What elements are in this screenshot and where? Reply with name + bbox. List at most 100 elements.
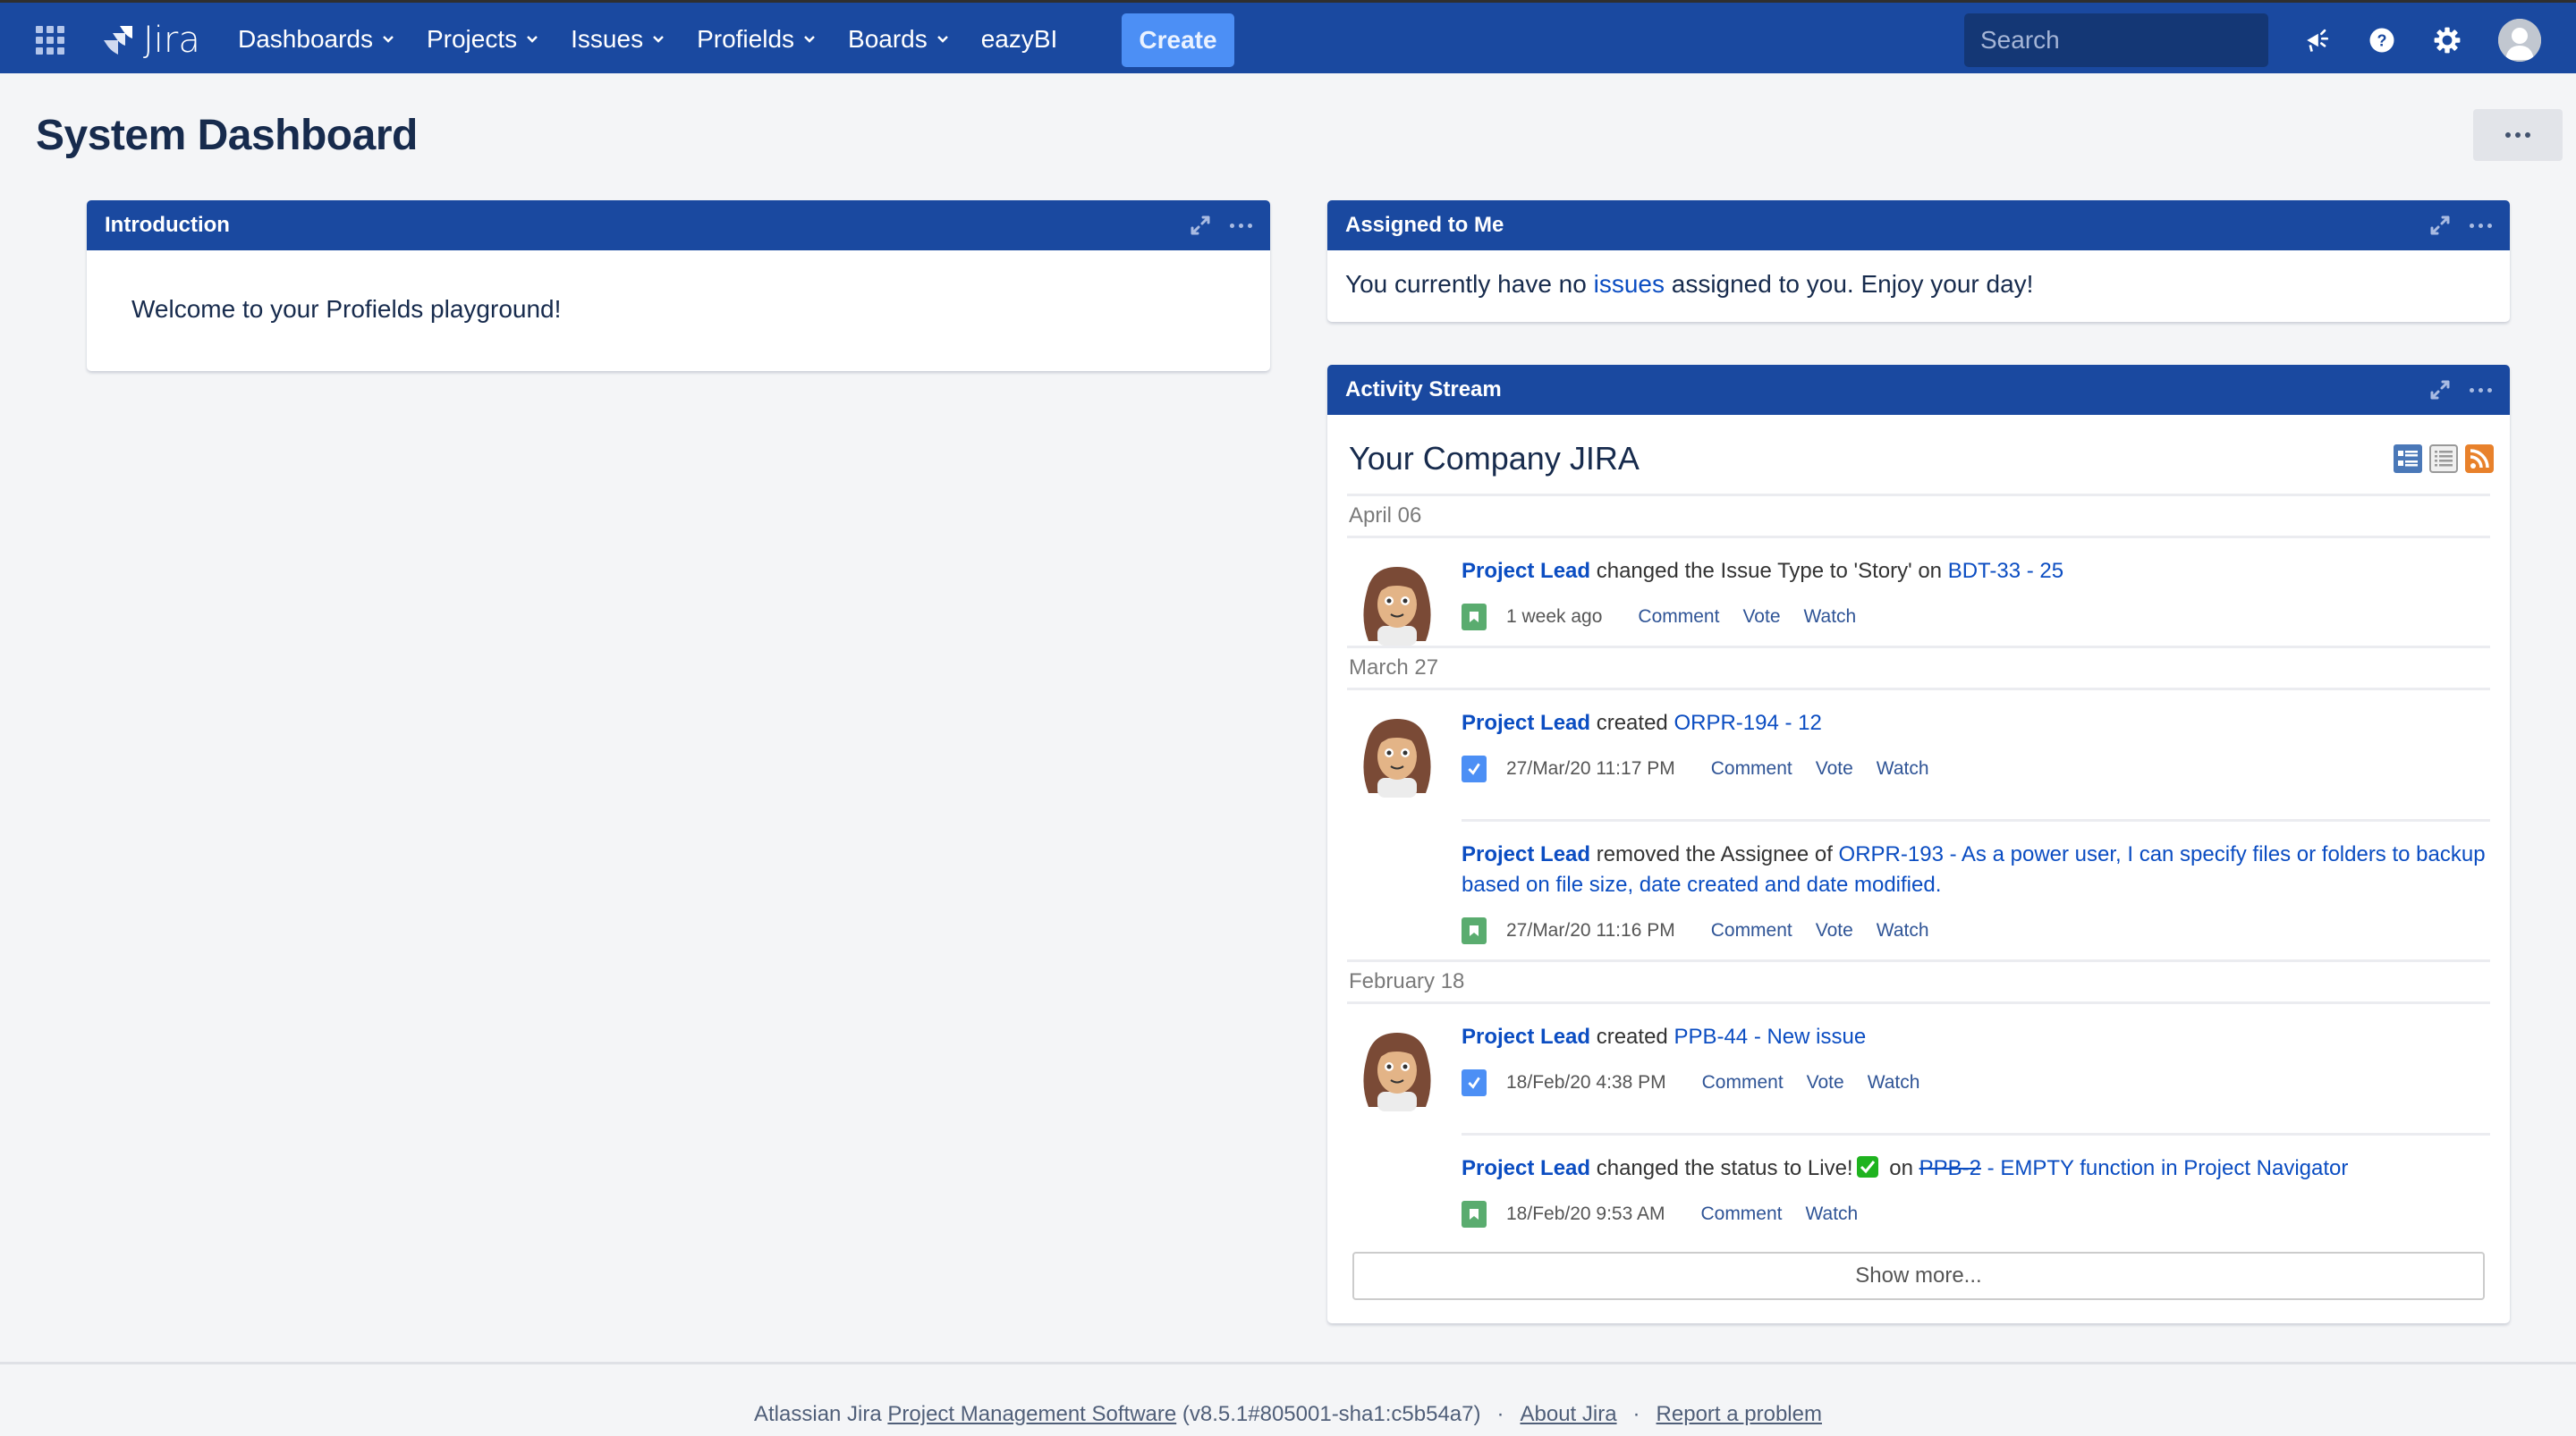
activity-meta: 27/Mar/20 11:17 PM Comment Vote Watch [1462, 755, 2490, 783]
nav-label: Dashboards [238, 25, 373, 53]
about-jira-link[interactable]: About Jira [1520, 1402, 1616, 1426]
watch-action[interactable]: Watch [1868, 1072, 1920, 1094]
comment-action[interactable]: Comment [1638, 606, 1719, 628]
issues-link[interactable]: issues [1594, 270, 1665, 298]
watch-action[interactable]: Watch [1877, 920, 1929, 942]
action-text: created [1590, 1025, 1674, 1049]
activity-entry: Project Lead changed the status to Live!… [1347, 1133, 2490, 1239]
vote-action[interactable]: Vote [1816, 758, 1853, 780]
nav-boards[interactable]: Boards [848, 25, 949, 54]
list-view-icon[interactable] [2429, 444, 2458, 473]
issue-link[interactable]: ORPR-194 - 12 [1674, 711, 1821, 735]
nav-profields[interactable]: Profields [697, 25, 816, 54]
gadget-menu-icon[interactable] [2470, 223, 2492, 228]
timestamp: 18/Feb/20 4:38 PM [1506, 1072, 1666, 1093]
user-link[interactable]: Project Lead [1462, 1156, 1590, 1180]
app-switcher-icon[interactable] [36, 26, 64, 55]
dashboard-more-button[interactable] [2473, 109, 2563, 161]
help-icon[interactable]: ? [2364, 22, 2400, 58]
show-more-button[interactable]: Show more... [1352, 1252, 2485, 1300]
activity-meta: 27/Mar/20 11:16 PM Comment Vote Watch [1462, 917, 2490, 945]
issue-link[interactable]: BDT-33 - 25 [1948, 559, 2063, 583]
gadget-title: Introduction [105, 213, 230, 237]
chevron-down-icon [804, 36, 815, 43]
action-text: removed the Assignee of [1590, 842, 1839, 866]
nav-label: Boards [848, 25, 928, 53]
activity-meta: 18/Feb/20 9:53 AM Comment Watch [1462, 1200, 2490, 1229]
project-management-software-link[interactable]: Project Management Software [887, 1402, 1176, 1426]
nav-eazybi[interactable]: eazyBI [981, 25, 1058, 54]
issue-summary-link[interactable]: - EMPTY function in Project Navigator [1981, 1156, 2349, 1180]
nav-dashboards[interactable]: Dashboards [238, 25, 394, 54]
vote-action[interactable]: Vote [1816, 920, 1853, 942]
timestamp: 1 week ago [1506, 606, 1603, 627]
message-text: assigned to you. Enjoy your day! [1664, 270, 2034, 298]
maximize-icon[interactable] [2427, 376, 2453, 403]
comment-action[interactable]: Comment [1711, 758, 1792, 780]
create-button[interactable]: Create [1122, 13, 1234, 67]
comment-action[interactable]: Comment [1702, 1072, 1784, 1094]
user-link[interactable]: Project Lead [1462, 711, 1590, 735]
gadget-menu-icon[interactable] [2470, 387, 2492, 393]
issue-link[interactable]: PPB-44 - New issue [1674, 1025, 1866, 1049]
activity-text: Project Lead created PPB-44 - New issue [1462, 1022, 2490, 1052]
user-link[interactable]: Project Lead [1462, 1025, 1590, 1049]
stream-title: Your Company JIRA [1349, 440, 1640, 477]
watch-action[interactable]: Watch [1804, 606, 1857, 628]
timestamp: 27/Mar/20 11:17 PM [1506, 758, 1675, 779]
page-title: System Dashboard [36, 112, 418, 159]
nav-projects[interactable]: Projects [427, 25, 538, 54]
story-type-icon [1462, 1201, 1487, 1228]
settings-gear-icon[interactable] [2429, 22, 2465, 58]
footer-text: Atlassian Jira [754, 1402, 888, 1426]
rss-feed-icon[interactable] [2465, 444, 2494, 473]
story-type-icon [1462, 917, 1487, 944]
jira-logo[interactable]: Jira [100, 20, 200, 61]
stream-header: Your Company JIRA [1347, 415, 2494, 496]
gadget-menu-icon[interactable] [1230, 223, 1252, 228]
action-text: created [1590, 711, 1674, 735]
issue-key-link[interactable]: PPB-2 [1919, 1156, 1981, 1180]
activity-group: Project Lead created PPB-44 - New issue … [1347, 1004, 2490, 1239]
user-avatar-icon[interactable] [1352, 708, 1442, 798]
comment-action[interactable]: Comment [1700, 1204, 1782, 1225]
nav-label: Profields [697, 25, 795, 53]
search-box [1964, 13, 2303, 67]
user-avatar[interactable] [2498, 19, 2541, 62]
maximize-icon[interactable] [2427, 212, 2453, 239]
notifications-megaphone-icon[interactable] [2299, 22, 2334, 58]
gadget-title: Activity Stream [1345, 377, 1502, 401]
maximize-icon[interactable] [1187, 212, 1214, 239]
user-link[interactable]: Project Lead [1462, 842, 1590, 866]
activity-entry: Project Lead created ORPR-194 - 12 27/Ma… [1347, 690, 2490, 798]
task-type-icon [1462, 756, 1487, 782]
user-link[interactable]: Project Lead [1462, 559, 1590, 583]
footer-divider [0, 1362, 2576, 1364]
vote-action[interactable]: Vote [1807, 1072, 1844, 1094]
activity-stream-gadget: Activity Stream Your Company JIRA April … [1327, 365, 2510, 1323]
chevron-down-icon [527, 36, 538, 43]
nav-issues[interactable]: Issues [571, 25, 665, 54]
gadget-header: Assigned to Me [1327, 200, 2510, 250]
user-avatar-icon[interactable] [1352, 1022, 1442, 1111]
assigned-message: You currently have no issues assigned to… [1327, 250, 2510, 318]
date-heading: February 18 [1347, 959, 2490, 1004]
footer-separator: · [1632, 1402, 1640, 1426]
vote-action[interactable]: Vote [1742, 606, 1780, 628]
version-text: (v8.5.1#805001-sha1:c5b54a7) [1176, 1402, 1481, 1426]
report-problem-link[interactable]: Report a problem [1657, 1402, 1822, 1426]
activity-text: Project Lead removed the Assignee of ORP… [1462, 840, 2490, 900]
story-type-icon [1462, 604, 1487, 630]
top-navigation: Jira Dashboards Projects Issues Profield… [0, 0, 2576, 73]
full-view-icon[interactable] [2394, 444, 2422, 473]
comment-action[interactable]: Comment [1711, 920, 1792, 942]
search-input[interactable] [1980, 26, 2303, 55]
activity-meta: 18/Feb/20 4:38 PM Comment Vote Watch [1462, 1069, 2490, 1097]
watch-action[interactable]: Watch [1877, 758, 1929, 780]
activity-text: Project Lead created ORPR-194 - 12 [1462, 708, 2490, 739]
timestamp: 27/Mar/20 11:16 PM [1506, 920, 1675, 941]
user-avatar-icon[interactable] [1352, 556, 1442, 646]
watch-action[interactable]: Watch [1806, 1204, 1859, 1225]
activity-entry: Project Lead created PPB-44 - New issue … [1347, 1004, 2490, 1111]
logo-text: Jira [143, 20, 200, 61]
